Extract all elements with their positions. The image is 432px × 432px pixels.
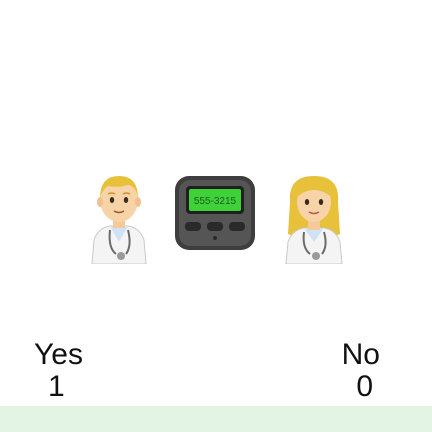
pager-display-text: 555-3215 — [194, 196, 237, 207]
man-health-worker-icon — [91, 176, 147, 264]
yes-count: 1 — [48, 370, 65, 403]
no-label: No — [341, 338, 380, 371]
bottom-bar — [0, 406, 432, 432]
yes-label: Yes — [34, 338, 83, 371]
no-count: 0 — [356, 370, 373, 403]
pager-icon: 555-3215 — [175, 176, 255, 250]
woman-health-worker-icon — [285, 176, 343, 264]
